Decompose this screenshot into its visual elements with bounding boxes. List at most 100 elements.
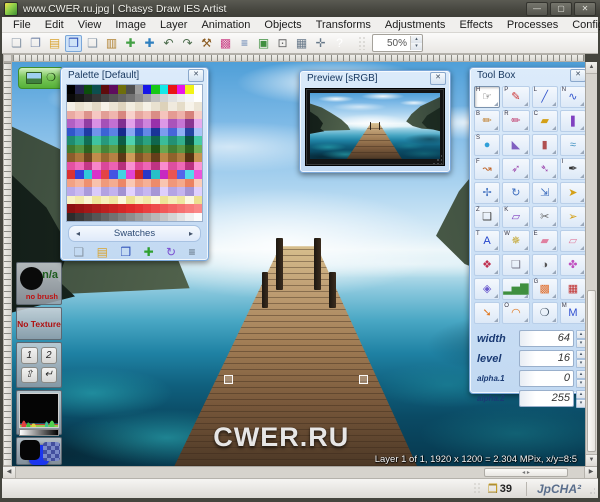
palette-color[interactable]: [109, 145, 117, 154]
palette-color[interactable]: [118, 145, 126, 154]
palette-color[interactable]: [67, 179, 75, 188]
toolbox-title-bar[interactable]: Tool Box ✕: [470, 68, 590, 83]
palette-color[interactable]: [143, 102, 151, 111]
fullscreen-button[interactable]: ✛: [312, 35, 329, 52]
palette-color[interactable]: [84, 102, 92, 111]
palette-color[interactable]: [151, 196, 159, 205]
palette-color[interactable]: [151, 128, 159, 137]
palette-color[interactable]: [185, 128, 193, 137]
palette-color[interactable]: [118, 119, 126, 128]
layers-button[interactable]: ≡: [236, 35, 253, 52]
palette-color[interactable]: [109, 136, 117, 145]
palette-color[interactable]: [92, 85, 100, 94]
brush-apply-button[interactable]: ↵: [41, 367, 58, 384]
palette-color[interactable]: [75, 153, 83, 162]
palette-color[interactable]: [168, 128, 176, 137]
curve-tool[interactable]: N ∿: [560, 86, 586, 108]
zoom-up-icon[interactable]: ▴: [411, 36, 422, 43]
palette-color[interactable]: [67, 119, 75, 128]
toolbar-grip[interactable]: [358, 36, 366, 50]
palette-color[interactable]: [126, 213, 134, 222]
palette-color[interactable]: [92, 145, 100, 154]
palette-color[interactable]: [84, 187, 92, 196]
palette-color[interactable]: [109, 179, 117, 188]
palette-color[interactable]: [143, 136, 151, 145]
palette-color[interactable]: [126, 187, 134, 196]
palette-color[interactable]: [101, 128, 109, 137]
palette-color[interactable]: [92, 179, 100, 188]
maximize-button[interactable]: ▢: [550, 2, 572, 16]
grid-button[interactable]: ▦: [293, 35, 310, 52]
palette-color[interactable]: [126, 94, 134, 103]
palette-color[interactable]: [185, 111, 193, 120]
line-tool[interactable]: L ╱: [532, 86, 558, 108]
palette-color[interactable]: [75, 128, 83, 137]
palette-color[interactable]: [143, 145, 151, 154]
palette-color[interactable]: [135, 213, 143, 222]
palette-color[interactable]: [177, 187, 185, 196]
palette-color[interactable]: [75, 213, 83, 222]
palette-color[interactable]: [160, 85, 168, 94]
palette-title-bar[interactable]: Palette [Default] ✕: [61, 68, 208, 83]
palette-color[interactable]: [101, 162, 109, 171]
palette-color[interactable]: [160, 187, 168, 196]
palette-color[interactable]: [168, 179, 176, 188]
droplet-tool[interactable]: S ●: [474, 134, 500, 156]
arc-tool[interactable]: O ◠: [502, 302, 529, 324]
palette-color[interactable]: [109, 204, 117, 213]
palette-color[interactable]: [185, 145, 193, 154]
palette-reload-button[interactable]: ↻: [166, 246, 176, 258]
palette-color[interactable]: [118, 136, 126, 145]
shapes-tool[interactable]: ❖: [474, 254, 500, 276]
palette-color[interactable]: [126, 111, 134, 120]
palette-color[interactable]: [126, 85, 134, 94]
palette-color[interactable]: [101, 204, 109, 213]
palette-color[interactable]: [185, 213, 193, 222]
palette-color[interactable]: [143, 119, 151, 128]
alpha2-input[interactable]: 255: [519, 390, 574, 407]
palette-color[interactable]: [118, 153, 126, 162]
palette-prev-icon[interactable]: ◂: [69, 229, 87, 238]
cube-3d-tool[interactable]: ◈: [474, 278, 500, 300]
palette-color[interactable]: [135, 111, 143, 120]
bezier-add-tool[interactable]: ➶: [502, 158, 529, 180]
palette-color[interactable]: [177, 170, 185, 179]
menu-item[interactable]: File: [6, 18, 38, 32]
palette-color[interactable]: [143, 111, 151, 120]
palette-color[interactable]: [194, 111, 202, 120]
palette-color[interactable]: [185, 94, 193, 103]
palette-color[interactable]: [84, 162, 92, 171]
palette-color[interactable]: [151, 94, 159, 103]
palette-color[interactable]: [151, 170, 159, 179]
brush-slot-2-button[interactable]: 2: [41, 347, 58, 364]
palette-color[interactable]: [143, 179, 151, 188]
palette-color[interactable]: [177, 136, 185, 145]
menu-item[interactable]: Layer: [153, 18, 195, 32]
palette-color[interactable]: [92, 94, 100, 103]
palette-color[interactable]: [75, 85, 83, 94]
palette-color[interactable]: [126, 196, 134, 205]
width-input[interactable]: 64: [519, 330, 574, 347]
eraser-tool[interactable]: E ▰: [532, 230, 558, 252]
palette-color[interactable]: [177, 162, 185, 171]
close-button[interactable]: ✕: [574, 2, 596, 16]
palette-color[interactable]: [160, 145, 168, 154]
palette-color[interactable]: [135, 145, 143, 154]
palette-color[interactable]: [101, 85, 109, 94]
help-button[interactable]: ?: [331, 35, 348, 52]
palette-color[interactable]: [109, 85, 117, 94]
palette-color[interactable]: [109, 119, 117, 128]
palette-open-button[interactable]: ▤: [97, 246, 108, 258]
palette-color[interactable]: [177, 128, 185, 137]
navigator-overlay[interactable]: ❍: [18, 67, 64, 89]
palette-color[interactable]: [194, 119, 202, 128]
mode-m-tool[interactable]: M M: [560, 302, 586, 324]
crayon-tool[interactable]: C ▰: [532, 110, 558, 132]
palette-close-icon[interactable]: ✕: [188, 69, 204, 82]
palette-color[interactable]: [84, 213, 92, 222]
zoom-window-tool[interactable]: Z ❑: [474, 206, 500, 228]
palette-color[interactable]: [67, 145, 75, 154]
palette-color[interactable]: [135, 153, 143, 162]
palette-color[interactable]: [143, 94, 151, 103]
menu-item[interactable]: Adjustments: [378, 18, 453, 32]
